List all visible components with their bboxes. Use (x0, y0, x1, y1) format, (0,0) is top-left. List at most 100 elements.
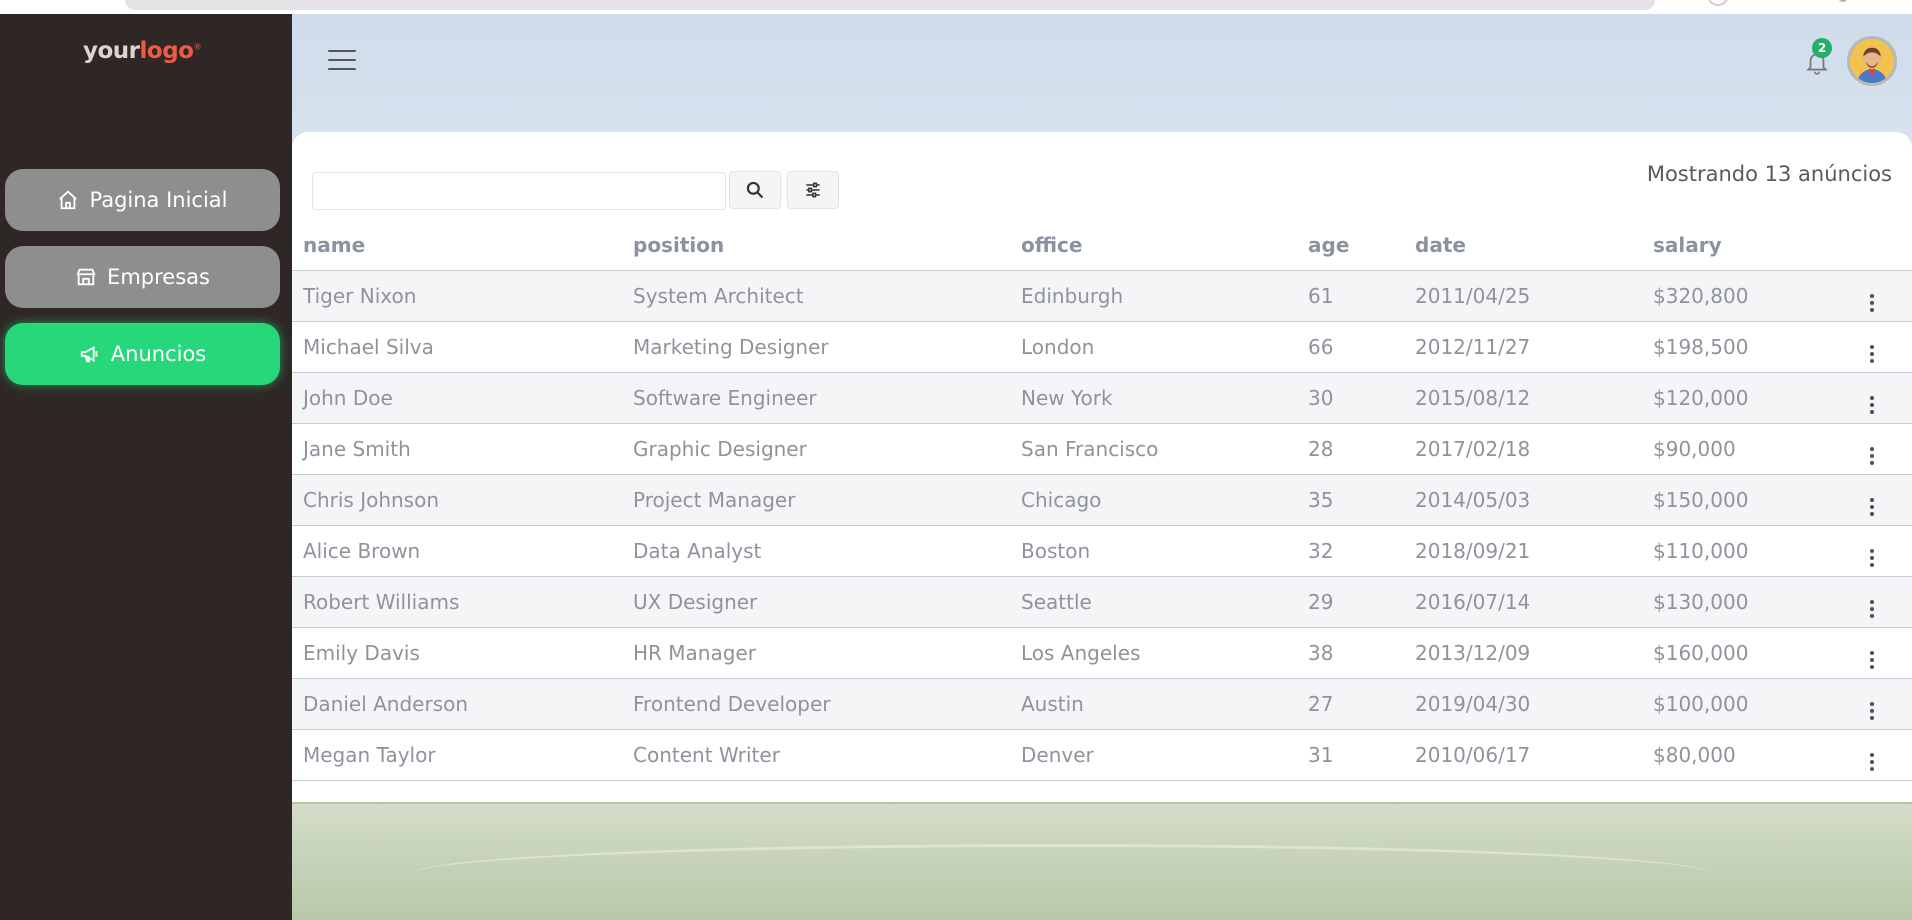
row-actions-menu[interactable] (1832, 729, 1912, 781)
table-row[interactable]: Michael Silva Marketing Designer London 66 2… (292, 321, 1912, 373)
more-vertical-icon (1870, 753, 1874, 771)
cell-position: Project Manager (622, 474, 1010, 526)
background-road (412, 844, 1712, 904)
cell-position: HR Manager (622, 627, 1010, 679)
more-vertical-icon (1870, 702, 1874, 720)
address-bar[interactable] (125, 0, 1655, 10)
cell-position: UX Designer (622, 576, 1010, 628)
megaphone-icon (80, 346, 98, 363)
cell-age: 38 (1297, 627, 1404, 679)
cell-date: 2013/12/09 (1404, 627, 1642, 679)
cell-office: Denver (1010, 729, 1297, 781)
table-row[interactable]: Megan Taylor Content Writer Denver 31 2010/0… (292, 729, 1912, 781)
row-actions-menu[interactable] (1832, 423, 1912, 475)
search-input[interactable] (312, 172, 726, 210)
cell-salary: $120,000 (1642, 372, 1832, 424)
logo[interactable]: yourlogo® (0, 38, 284, 64)
cell-name: Megan Taylor (292, 729, 622, 781)
cell-office: Edinburgh (1010, 270, 1297, 322)
cell-date: 2018/09/21 (1404, 525, 1642, 577)
cell-position: Marketing Designer (622, 321, 1010, 373)
cell-date: 2017/02/18 (1404, 423, 1642, 475)
table-row[interactable]: John Doe Software Engineer New York 30 2015/… (292, 372, 1912, 424)
store-icon (76, 268, 96, 286)
table-row[interactable]: Robert Williams UX Designer Seattle 29 2016/… (292, 576, 1912, 628)
nav-anuncios[interactable]: Anuncios (5, 323, 280, 385)
logo-part-2: logo (139, 38, 194, 64)
nav-label: Empresas (107, 265, 210, 289)
cell-age: 32 (1297, 525, 1404, 577)
browser-top-strip (0, 0, 1912, 14)
nav-pagina-inicial[interactable]: Pagina Inicial (5, 169, 280, 231)
cell-salary: $100,000 (1642, 678, 1832, 730)
logo-part-1: your (83, 38, 140, 64)
column-header-office[interactable]: office (1010, 220, 1297, 271)
more-vertical-icon (1870, 651, 1874, 669)
ads-table: name position office age date salary Tig… (292, 220, 1912, 781)
cell-age: 29 (1297, 576, 1404, 628)
cell-name: John Doe (292, 372, 622, 424)
table-row[interactable]: Tiger Nixon System Architect Edinburgh 61 20… (292, 270, 1912, 322)
more-vertical-icon (1870, 600, 1874, 618)
nav-label: Pagina Inicial (89, 188, 228, 212)
cell-age: 66 (1297, 321, 1404, 373)
cell-salary: $90,000 (1642, 423, 1832, 475)
row-actions-menu[interactable] (1832, 372, 1912, 424)
cell-office: San Francisco (1010, 423, 1297, 475)
column-header-position[interactable]: position (622, 220, 1010, 271)
cell-name: Alice Brown (292, 525, 622, 577)
more-vertical-icon (1870, 498, 1874, 516)
search-button[interactable] (729, 171, 781, 209)
cell-office: Boston (1010, 525, 1297, 577)
table-row[interactable]: Chris Johnson Project Manager Chicago 35 201… (292, 474, 1912, 526)
cell-salary: $150,000 (1642, 474, 1832, 526)
row-actions-menu[interactable] (1832, 627, 1912, 679)
home-icon (59, 190, 78, 210)
logo-registered-mark: ® (193, 42, 201, 52)
more-vertical-icon (1870, 549, 1874, 567)
cell-date: 2012/11/27 (1404, 321, 1642, 373)
browser-extension-icon[interactable] (1838, 0, 1848, 2)
filter-button[interactable] (787, 171, 839, 209)
cell-office: New York (1010, 372, 1297, 424)
cell-date: 2010/06/17 (1404, 729, 1642, 781)
cell-office: Los Angeles (1010, 627, 1297, 679)
column-header-age[interactable]: age (1297, 220, 1404, 271)
column-header-date[interactable]: date (1404, 220, 1642, 271)
column-header-salary[interactable]: salary (1642, 220, 1832, 271)
cell-age: 27 (1297, 678, 1404, 730)
more-vertical-icon (1870, 447, 1874, 465)
user-avatar[interactable] (1847, 36, 1897, 86)
table-row[interactable]: Daniel Anderson Frontend Developer Austin 2… (292, 678, 1912, 730)
cell-date: 2015/08/12 (1404, 372, 1642, 424)
cell-position: Frontend Developer (622, 678, 1010, 730)
cell-name: Robert Williams (292, 576, 622, 628)
cell-position: Content Writer (622, 729, 1010, 781)
table-row[interactable]: Alice Brown Data Analyst Boston 32 2018/09/2… (292, 525, 1912, 577)
browser-profile-icon[interactable] (1707, 0, 1729, 6)
more-vertical-icon (1870, 294, 1874, 312)
column-header-actions (1832, 220, 1912, 271)
row-actions-menu[interactable] (1832, 525, 1912, 577)
cell-name: Emily Davis (292, 627, 622, 679)
table-row[interactable]: Jane Smith Graphic Designer San Francisco 2… (292, 423, 1912, 475)
row-actions-menu[interactable] (1832, 321, 1912, 373)
more-vertical-icon (1870, 396, 1874, 414)
nav-empresas[interactable]: Empresas (5, 246, 280, 308)
row-actions-menu[interactable] (1832, 576, 1912, 628)
cell-date: 2019/04/30 (1404, 678, 1642, 730)
cell-office: London (1010, 321, 1297, 373)
cell-age: 35 (1297, 474, 1404, 526)
row-actions-menu[interactable] (1832, 678, 1912, 730)
cell-age: 61 (1297, 270, 1404, 322)
cell-date: 2014/05/03 (1404, 474, 1642, 526)
cell-name: Jane Smith (292, 423, 622, 475)
search-icon (746, 181, 764, 199)
row-actions-menu[interactable] (1832, 474, 1912, 526)
cell-salary: $80,000 (1642, 729, 1832, 781)
column-header-name[interactable]: name (292, 220, 622, 271)
menu-toggle-icon[interactable] (328, 50, 356, 74)
main-area: 2 Mostrando 13 anúncios name position of… (292, 14, 1912, 920)
table-row[interactable]: Emily Davis HR Manager Los Angeles 38 2013/1… (292, 627, 1912, 679)
row-actions-menu[interactable] (1832, 270, 1912, 322)
